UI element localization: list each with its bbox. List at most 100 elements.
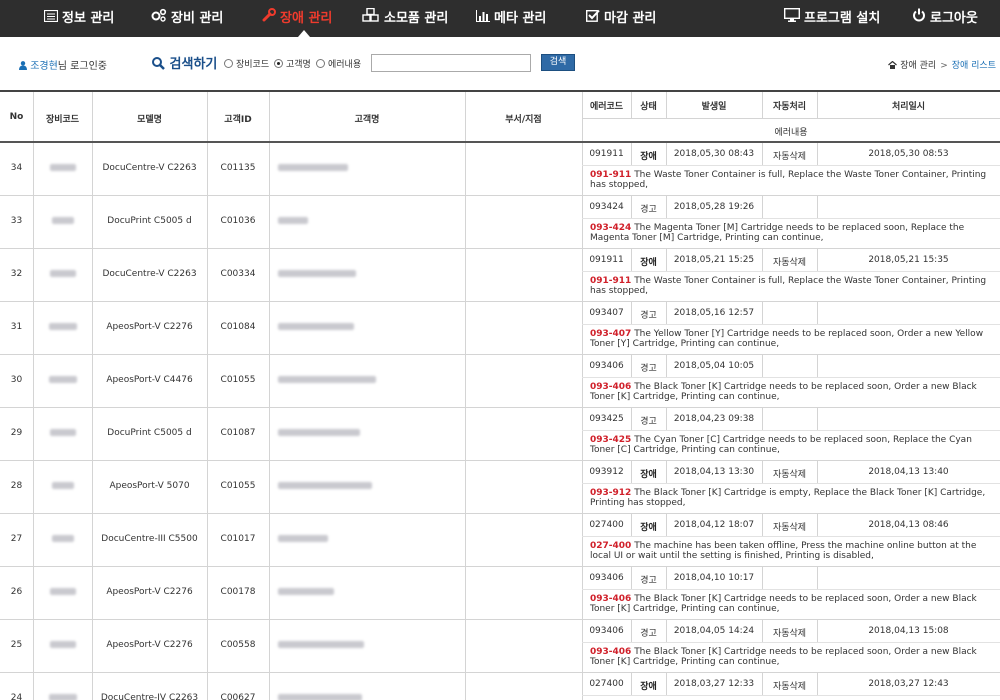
row-subdivider (582, 377, 1000, 378)
row-status: 경고 (640, 417, 657, 427)
row-occurred-date: 2018,04,05 14:24 (673, 626, 755, 636)
table-row[interactable]: 24 DocuCentre-IV C2263 C00627 027400 장애 2018,… (0, 673, 1000, 700)
customer-name-redacted (278, 429, 360, 439)
column-divider (817, 567, 818, 589)
row-processed-at: 2018,04,13 08:46 (868, 520, 949, 530)
table-row[interactable]: 30 ApeosPort-V C4476 C01055 093406 경고 2018,05… (0, 355, 1000, 408)
table-row[interactable]: 33 DocuPrint C5005 d C01036 093424 경고 2018,05… (0, 196, 1000, 249)
equipment-code-redacted (33, 694, 92, 700)
column-divider (762, 196, 763, 218)
column-divider (817, 196, 818, 218)
row-no: 33 (10, 216, 23, 226)
nav-equipment-management[interactable]: 장비 관리 (151, 0, 223, 37)
row-model: DocuCentre-V C2263 (102, 269, 197, 279)
column-divider (762, 355, 763, 377)
error-message-code: 093-425 (590, 435, 632, 445)
nav-logout[interactable]: 로그아웃 (912, 0, 978, 37)
breadcrumb-current[interactable]: 장애 리스트 (952, 61, 996, 71)
table-row[interactable]: 34 DocuCentre-V C2263 C01135 091911 장애 2018,0… (0, 143, 1000, 196)
row-error-message: 093-406 The Black Toner [K] Cartridge ne… (590, 594, 998, 614)
search-input[interactable] (371, 54, 531, 72)
error-message-text: The Magenta Toner [M] Cartridge needs to… (590, 223, 965, 243)
error-message-code: 093-407 (590, 329, 632, 339)
radio-customer-name[interactable]: 고객명 (274, 57, 311, 70)
row-auto-process: 자동삭제 (772, 523, 807, 533)
equipment-code-redacted (33, 323, 92, 333)
row-error-message: 093-406 The Black Toner [K] Cartridge ne… (590, 382, 998, 402)
nav-closing-management[interactable]: 마감 관리 (585, 0, 656, 37)
customer-name-redacted (278, 376, 376, 386)
customer-name-redacted (278, 270, 356, 280)
row-occurred-date: 2018,04,10 10:17 (673, 573, 755, 583)
row-error-code: 091911 (589, 149, 624, 159)
error-message-text: The Cyan Toner [C] Cartridge needs to be… (590, 435, 972, 455)
row-status: 경고 (640, 364, 657, 374)
row-subdivider (582, 642, 1000, 643)
user-name: 조경현 (30, 61, 58, 72)
row-no: 27 (10, 534, 23, 544)
search-button[interactable]: 검색 (541, 54, 575, 71)
table-row[interactable]: 29 DocuPrint C5005 d C01087 093425 경고 2018,04… (0, 408, 1000, 461)
column-divider (817, 355, 818, 377)
wrench-icon (262, 0, 276, 37)
equipment-code-redacted (33, 535, 92, 545)
gears-icon (151, 0, 167, 37)
row-error-message: 093-425 The Cyan Toner [C] Cartridge nee… (590, 435, 998, 455)
error-message-text: The Black Toner [K] Cartridge needs to b… (590, 594, 977, 614)
nav-label: 프로그램 설치 (804, 11, 881, 26)
nav-label: 장애 관리 (280, 11, 333, 26)
row-model: DocuCentre-IV C2263 (100, 693, 199, 700)
row-error-code: 093424 (589, 202, 624, 212)
table-row[interactable]: 32 DocuCentre-V C2263 C00334 091911 장애 2018,0… (0, 249, 1000, 302)
row-customer-id: C01084 (220, 322, 256, 332)
row-no: 26 (10, 587, 23, 597)
nav-meter-management[interactable]: 메타 관리 (476, 0, 546, 37)
breadcrumb-parent[interactable]: 장애 관리 (900, 61, 936, 71)
radio-button-selected[interactable] (274, 59, 283, 68)
error-message-code: 093-406 (590, 647, 632, 657)
search-bar: 조경현님 로그인중 검색하기 장비코드 고객명 에러내용 검색 장애 관리 > 장애… (0, 37, 1000, 90)
row-auto-process: 자동삭제 (772, 682, 807, 692)
nav-consumables-management[interactable]: 소모품 관리 (362, 0, 448, 37)
customer-name-redacted (278, 482, 372, 492)
equipment-code-redacted (33, 588, 92, 598)
table-row[interactable]: 25 ApeosPort-V C2276 C00558 093406 경고 2018,04… (0, 620, 1000, 673)
row-occurred-date: 2018,03,27 12:33 (673, 679, 755, 689)
row-subdivider (582, 430, 1000, 431)
error-message-text: The Black Toner [K] Cartridge needs to b… (590, 382, 977, 402)
nav-info-management[interactable]: 정보 관리 (43, 0, 115, 37)
header-error-code: 에러코드 (589, 102, 624, 112)
row-customer-id: C01017 (220, 534, 256, 544)
row-no: 30 (10, 375, 23, 385)
row-subdivider (582, 695, 1000, 696)
table-row[interactable]: 28 ApeosPort-V 5070 C01055 093912 장애 2018,04,… (0, 461, 1000, 514)
row-status: 장애 (640, 523, 657, 533)
equipment-code-redacted (33, 164, 92, 174)
error-message-text: The Waste Toner Container is full, Repla… (590, 170, 987, 190)
list-icon (43, 0, 59, 37)
nav-program-install[interactable]: 프로그램 설치 (783, 0, 881, 37)
error-message-code: 093-424 (590, 223, 632, 233)
row-auto-process: 자동삭제 (772, 629, 807, 639)
row-occurred-date: 2018,04,12 18:07 (673, 520, 755, 530)
row-customer-id: C01087 (220, 428, 256, 438)
table-row[interactable]: 27 DocuCentre-III C5500 C01017 027400 장애 2018… (0, 514, 1000, 567)
radio-error-content[interactable]: 에러내용 (316, 57, 361, 70)
row-subdivider (582, 218, 1000, 219)
radio-equipment-code[interactable]: 장비코드 (224, 57, 269, 70)
row-subdivider (582, 271, 1000, 272)
table-row[interactable]: 31 ApeosPort-V C2276 C01084 093407 경고 2018,05… (0, 302, 1000, 355)
radio-button[interactable] (224, 59, 233, 68)
row-subdivider (582, 165, 1000, 166)
row-subdivider (582, 589, 1000, 590)
row-subdivider (582, 536, 1000, 537)
table-row[interactable]: 26 ApeosPort-V C2276 C00178 093406 경고 2018,04… (0, 567, 1000, 620)
user-status: 조경현님 로그인중 (19, 57, 107, 72)
magnifier-icon (152, 57, 170, 72)
row-model: DocuPrint C5005 d (107, 216, 192, 226)
radio-button[interactable] (316, 59, 325, 68)
error-message-text: The machine has been taken offline, Pres… (590, 541, 977, 561)
nav-label: 메타 관리 (494, 11, 547, 26)
nav-label: 정보 관리 (62, 11, 115, 26)
error-message-text: The Black Toner [K] Cartridge is empty, … (590, 488, 986, 508)
